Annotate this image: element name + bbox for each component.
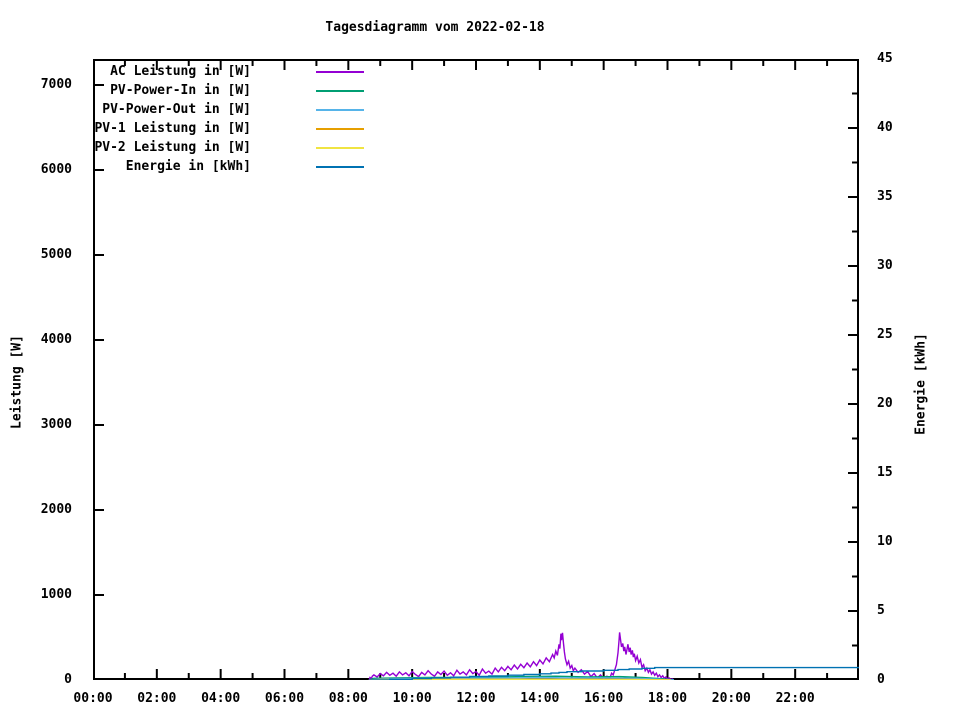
left-axis-tick-label: 4000 bbox=[40, 332, 72, 347]
series-line-ac bbox=[368, 632, 675, 680]
right-axis-tick-label: 35 bbox=[877, 189, 893, 204]
left-axis-tick-label: 7000 bbox=[40, 77, 72, 92]
left-axis-title: Leistung [W] bbox=[9, 335, 25, 429]
x-axis-tick-label: 02:00 bbox=[137, 691, 177, 706]
legend-label: Energie in [kWh] bbox=[125, 159, 251, 174]
left-axis-tick-label: 3000 bbox=[40, 417, 72, 432]
legend-label: PV-Power-Out in [W] bbox=[102, 102, 251, 117]
legend-label: PV-1 Leistung in [W] bbox=[94, 121, 251, 136]
legend-label: PV-2 Leistung in [W] bbox=[94, 140, 251, 155]
right-axis-tick-label: 5 bbox=[877, 603, 885, 618]
x-axis-tick-label: 12:00 bbox=[456, 691, 496, 706]
chart-figure: Tagesdiagramm vom 2022-02-18 Leistung [W… bbox=[0, 0, 960, 720]
x-axis-tick-label: 06:00 bbox=[264, 691, 305, 706]
x-axis-tick-label: 22:00 bbox=[775, 691, 815, 706]
right-axis-tick-label: 10 bbox=[877, 534, 893, 549]
x-axis-tick-label: 20:00 bbox=[711, 691, 751, 706]
chart-title: Tagesdiagramm vom 2022-02-18 bbox=[325, 20, 545, 35]
right-axis-tick-label: 30 bbox=[877, 258, 893, 273]
right-axis-tick-label: 40 bbox=[877, 120, 893, 135]
right-axis-tick-label: 0 bbox=[877, 672, 885, 687]
legend-swatch bbox=[316, 90, 364, 92]
legend-swatch bbox=[316, 109, 364, 111]
x-axis-tick-label: 10:00 bbox=[392, 691, 432, 706]
right-axis-tick-label: 15 bbox=[877, 465, 893, 480]
x-axis-tick-label: 08:00 bbox=[328, 691, 368, 706]
legend-label: PV-Power-In in [W] bbox=[110, 83, 251, 98]
left-axis-tick-label: 2000 bbox=[40, 502, 72, 517]
legend-swatch bbox=[316, 71, 364, 73]
x-axis-tick-label: 00:00 bbox=[73, 691, 113, 706]
right-axis-tick-label: 25 bbox=[877, 327, 893, 342]
right-axis-title: Energie [kWh] bbox=[913, 333, 929, 435]
left-axis-tick-label: 6000 bbox=[40, 162, 72, 177]
x-axis-tick-label: 18:00 bbox=[647, 691, 688, 706]
legend-swatch bbox=[316, 128, 364, 130]
left-axis-tick-label: 0 bbox=[64, 672, 72, 687]
left-axis-tick-label: 5000 bbox=[40, 247, 72, 262]
right-axis-tick-label: 20 bbox=[877, 396, 893, 411]
left-axis-tick-label: 1000 bbox=[40, 587, 72, 602]
x-axis-tick-label: 04:00 bbox=[201, 691, 241, 706]
legend-swatch bbox=[316, 166, 364, 168]
plot-area: AC Leistung in [W] PV-Power-In in [W] PV-P… bbox=[93, 59, 859, 680]
legend-swatch bbox=[316, 147, 364, 149]
legend-label: AC Leistung in [W] bbox=[110, 64, 251, 79]
x-axis-tick-label: 16:00 bbox=[584, 691, 624, 706]
series-line-pv2 bbox=[369, 678, 671, 680]
right-axis-tick-label: 45 bbox=[877, 51, 893, 66]
x-axis-tick-label: 14:00 bbox=[520, 691, 560, 706]
